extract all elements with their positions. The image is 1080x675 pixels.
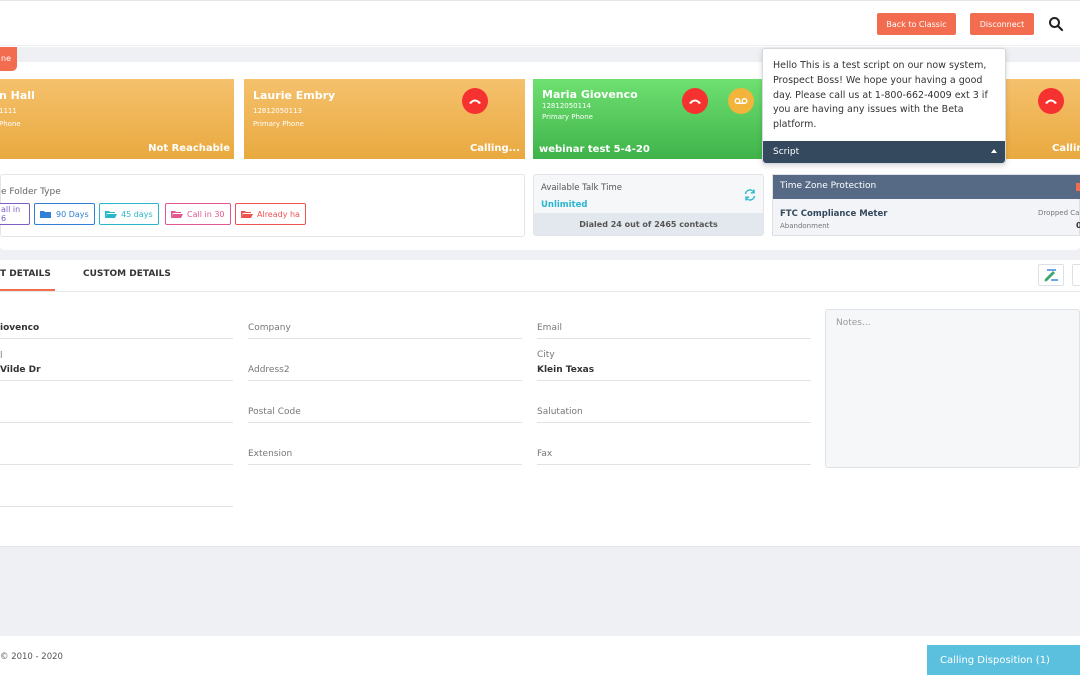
contact-name: Laurie Embry xyxy=(253,89,336,102)
ftc-compliance-meter: FTC Compliance Meter xyxy=(780,209,888,219)
email-label: Email xyxy=(537,323,562,333)
phone-type: Phone xyxy=(0,120,21,128)
script-popup: Hello This is a test script on our now s… xyxy=(762,48,1006,164)
company-field[interactable]: Company xyxy=(248,309,522,339)
folder-open-icon xyxy=(105,210,117,218)
script-text: Hello This is a test script on our now s… xyxy=(773,60,988,131)
tabs-divider xyxy=(0,291,1080,292)
script-toggle[interactable]: Script xyxy=(763,141,1005,163)
state-field[interactable] xyxy=(0,393,233,423)
hangup-icon[interactable] xyxy=(462,88,488,114)
top-bar: Back to Classic Disconnect xyxy=(0,0,1080,46)
tab-contact-details[interactable]: T DETAILS xyxy=(0,269,51,279)
folder-chip-90-days[interactable]: 90 Days xyxy=(34,203,95,225)
search-icon[interactable] xyxy=(1048,16,1064,32)
fax-label: Fax xyxy=(537,449,553,459)
contact-name: n Hall xyxy=(0,89,35,102)
hangup-icon[interactable] xyxy=(682,88,708,114)
extra-field[interactable] xyxy=(0,477,233,507)
fax-field[interactable]: Fax xyxy=(537,435,811,465)
talk-time-label: Available Talk Time xyxy=(541,183,622,193)
abandonment-label: Abandonment xyxy=(780,222,830,230)
disconnect-button[interactable]: Disconnect xyxy=(970,13,1034,35)
script-label: Script xyxy=(773,147,800,157)
time-zone-header: Time Zone Protection xyxy=(773,175,1080,199)
contact-name: Maria Giovenco xyxy=(542,88,638,101)
city-field[interactable]: City Klein Texas xyxy=(537,350,811,381)
call-card-1[interactable]: n Hall 1111 Phone Not Reachable xyxy=(0,79,234,159)
talk-time-box: Available Talk Time Unlimited Dialed 24 … xyxy=(533,174,764,236)
talk-time-value: Unlimited xyxy=(541,200,588,210)
call-status: Calling... xyxy=(469,143,520,154)
contact-number: 12812050114 xyxy=(542,102,591,110)
folder-chip-label: all in 6 xyxy=(1,205,21,223)
more-button[interactable] xyxy=(1072,264,1080,286)
company-label: Company xyxy=(248,323,291,333)
folder-type-title: e Folder Type xyxy=(1,187,61,197)
left-orange-tab[interactable]: ne xyxy=(0,47,17,71)
dropped-calls-label: Dropped Cal xyxy=(1038,209,1080,217)
toggle-indicator[interactable] xyxy=(1076,183,1080,191)
first-name-value: iovenco xyxy=(0,323,40,333)
salutation-label: Salutation xyxy=(537,407,583,417)
phone-type: Primary Phone xyxy=(542,113,593,121)
notes-textarea[interactable]: Notes... xyxy=(825,309,1080,468)
address-label: l xyxy=(0,351,3,361)
voicemail-icon[interactable] xyxy=(728,88,754,114)
time-zone-protection-box: Time Zone Protection FTC Compliance Mete… xyxy=(772,174,1080,236)
extension-label: Extension xyxy=(248,449,293,459)
call-status: Not Reachable xyxy=(148,143,230,154)
folder-icon xyxy=(40,210,51,218)
folder-chip-label: 45 days xyxy=(121,209,153,219)
copyright-text: © 2010 - 2020 xyxy=(0,652,63,662)
folder-chip-call-in-6[interactable]: all in 6 xyxy=(0,203,30,225)
city-label: City xyxy=(537,350,555,360)
email-field[interactable]: Email xyxy=(537,309,811,339)
folder-chip-call-in-30[interactable]: Call in 30 xyxy=(165,203,231,225)
notes-placeholder: Notes... xyxy=(836,318,871,328)
call-status: Callin xyxy=(1052,143,1080,154)
folder-chip-45-days[interactable]: 45 days xyxy=(99,203,159,225)
address-value: Vilde Dr xyxy=(0,365,41,375)
folder-chip-label: Call in 30 xyxy=(187,209,225,219)
refresh-icon[interactable] xyxy=(743,188,757,202)
edit-pencil-icon xyxy=(1044,269,1058,282)
dialed-count: Dialed 24 out of 2465 contacts xyxy=(534,213,763,235)
folder-open-icon xyxy=(171,210,183,218)
caret-up-icon xyxy=(991,149,997,153)
phone-type: Primary Phone xyxy=(253,120,304,128)
call-card-4[interactable]: Callin xyxy=(1006,79,1080,159)
hangup-icon[interactable] xyxy=(1038,88,1064,114)
edit-contact-button[interactable] xyxy=(1038,264,1064,286)
call-card-2[interactable]: Laurie Embry 12812050113 Primary Phone C… xyxy=(244,79,525,159)
contact-number: 1111 xyxy=(0,107,17,115)
calling-disposition-button[interactable]: Calling Disposition (1) xyxy=(927,645,1080,675)
folder-open-icon xyxy=(241,210,253,218)
folder-chip-label: Already ha xyxy=(257,209,300,219)
folder-chip-already-had[interactable]: Already ha xyxy=(235,203,306,225)
address2-field[interactable]: Address2 xyxy=(248,351,522,381)
extension-field[interactable]: Extension xyxy=(248,435,522,465)
postal-code-field[interactable]: Postal Code xyxy=(248,393,522,423)
address-field[interactable]: l Vilde Dr xyxy=(0,351,233,381)
call-status: webinar test 5-4-20 xyxy=(539,144,650,155)
call-card-3[interactable]: Maria Giovenco 12812050114 Primary Phone… xyxy=(533,79,764,159)
back-to-classic-button[interactable]: Back to Classic xyxy=(877,13,956,35)
dropped-calls-value: 0 xyxy=(1076,221,1080,230)
first-name-field[interactable]: iovenco xyxy=(0,309,233,339)
address2-label: Address2 xyxy=(248,365,290,375)
postal-code-label: Postal Code xyxy=(248,407,301,417)
contact-number: 12812050113 xyxy=(253,107,302,115)
tab-custom-details[interactable]: CUSTOM DETAILS xyxy=(83,269,171,279)
salutation-field[interactable]: Salutation xyxy=(537,393,811,423)
phone-field[interactable] xyxy=(0,435,233,465)
city-value: Klein Texas xyxy=(537,365,595,375)
folder-type-box: e Folder Type all in 6 90 Days 45 days C… xyxy=(0,174,525,237)
folder-chip-label: 90 Days xyxy=(56,209,89,219)
